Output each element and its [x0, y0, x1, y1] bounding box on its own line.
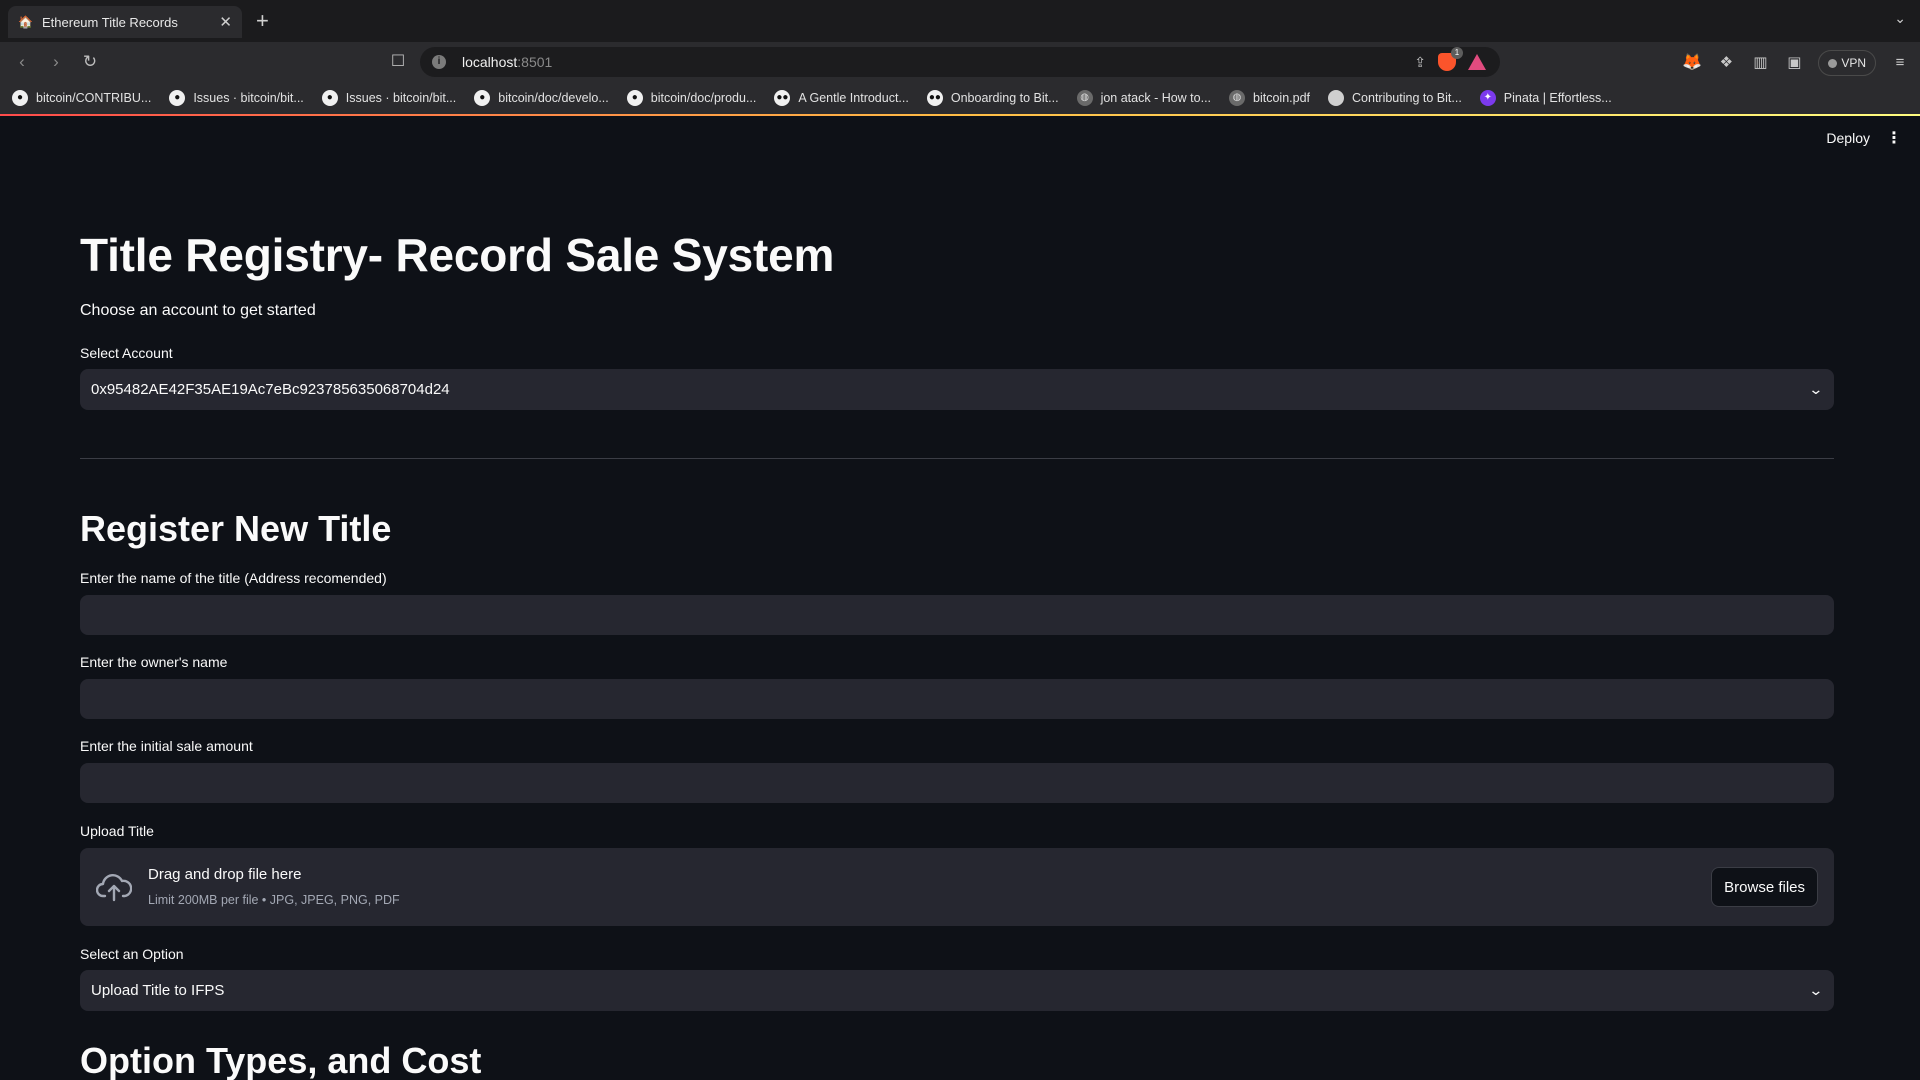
option-types-heading: Option Types, and Cost [80, 1040, 482, 1080]
dropzone-hint: Limit 200MB per file • JPG, JPEG, PNG, P… [148, 893, 400, 907]
bookmark-label: Pinata | Effortless... [1503, 91, 1612, 105]
title-name-input[interactable] [80, 595, 1834, 635]
url-host: localhost [462, 54, 518, 70]
upload-title-label: Upload Title [80, 823, 154, 839]
back-icon[interactable]: ‹ [10, 50, 34, 74]
sidebar-icon[interactable]: ▥ [1750, 53, 1770, 73]
extensions-icon[interactable]: ❖ [1716, 53, 1736, 73]
app-main: Deploy ⋮ Title Registry- Record Sale Sys… [0, 116, 1920, 1080]
option-select[interactable]: Upload Title to IFPS ⌄ [80, 970, 1834, 1011]
browse-files-button[interactable]: Browse files [1711, 867, 1818, 907]
bookmark-label: A Gentle Introduct... [798, 91, 909, 105]
bookmark-item[interactable]: ●● A Gentle Introduct... [774, 90, 909, 106]
site-info-icon[interactable]: i [432, 55, 446, 69]
bookmarks-bar: ● bitcoin/CONTRIBU... ● Issues · bitcoin/b… [0, 82, 1920, 114]
navigation-bar: ‹ › ↻ ☐ i localhost:8501 ⇪ 1 [0, 42, 1920, 82]
toolbar-right: 🦊 ❖ ▥ ▣ VPN ≡ [1682, 50, 1910, 76]
bookmark-label: bitcoin/doc/produ... [650, 91, 757, 105]
pinata-icon: ✦ [1479, 90, 1496, 106]
sale-amount-label: Enter the initial sale amount [80, 738, 253, 754]
brave-rewards-icon[interactable] [1468, 54, 1486, 70]
bookmark-item[interactable]: ●● Onboarding to Bit... [926, 90, 1059, 106]
bookmark-item[interactable]: ● bitcoin/doc/develo... [474, 90, 609, 106]
page-title: Title Registry- Record Sale System [80, 229, 835, 281]
bookmark-item[interactable]: ● Issues · bitcoin/bit... [321, 90, 457, 106]
bookmark-item[interactable]: ◍ bitcoin.pdf [1229, 90, 1310, 106]
house-icon: 🏠 [18, 15, 33, 29]
vpn-label: VPN [1841, 56, 1866, 70]
bookmark-label: Issues · bitcoin/bit... [193, 91, 304, 105]
menu-icon[interactable]: ≡ [1890, 53, 1910, 73]
brave-shields-icon[interactable]: 1 [1438, 47, 1463, 71]
url-port: :8501 [517, 54, 553, 70]
owner-name-label: Enter the owner's name [80, 654, 228, 670]
medium-icon: ●● [926, 90, 943, 106]
laptop-icon [1328, 90, 1345, 106]
bookmark-item[interactable]: ● bitcoin/doc/produ... [626, 90, 757, 106]
title-name-label: Enter the name of the title (Address rec… [80, 570, 387, 586]
deploy-button[interactable]: Deploy [1826, 130, 1870, 146]
chevron-down-icon[interactable]: ⌄ [1809, 381, 1824, 398]
page-subtitle: Choose an account to get started [80, 302, 316, 319]
sale-amount-input[interactable] [80, 763, 1834, 803]
option-label: Select an Option [80, 946, 184, 962]
bookmark-item[interactable]: ● bitcoin/CONTRIBU... [12, 90, 151, 106]
medium-icon: ●● [774, 90, 791, 106]
bookmark-label: Issues · bitcoin/bit... [345, 91, 457, 105]
bookmark-icon[interactable]: ☐ [386, 50, 410, 74]
owner-name-input[interactable] [80, 679, 1834, 719]
github-icon: ● [169, 90, 186, 106]
bookmark-label: bitcoin.pdf [1253, 91, 1311, 105]
vpn-button[interactable]: VPN [1818, 50, 1876, 76]
tab-bar: 🏠 Ethereum Title Records ✕ + ⌄ [0, 0, 1920, 42]
share-icon[interactable]: ⇪ [1414, 54, 1426, 71]
cloud-upload-icon [96, 874, 132, 902]
bookmark-label: bitcoin/CONTRIBU... [36, 91, 152, 105]
github-icon: ● [474, 90, 491, 106]
github-icon: ● [321, 90, 338, 106]
metamask-icon[interactable]: 🦊 [1682, 53, 1702, 73]
shields-count-badge: 1 [1451, 47, 1463, 59]
close-icon[interactable]: ✕ [219, 13, 232, 31]
globe-icon: ◍ [1076, 90, 1093, 106]
github-icon: ● [12, 90, 28, 106]
account-label: Select Account [80, 345, 173, 361]
bookmark-item[interactable]: Contributing to Bit... [1328, 90, 1462, 106]
section-divider [80, 458, 1834, 459]
bookmark-label: Onboarding to Bit... [950, 91, 1059, 105]
chevron-down-icon[interactable]: ⌄ [1809, 982, 1824, 999]
register-heading: Register New Title [80, 508, 392, 549]
bookmark-item[interactable]: ✦ Pinata | Effortless... [1479, 90, 1612, 106]
bookmark-label: jon atack - How to... [1100, 91, 1212, 105]
new-tab-button[interactable]: + [256, 8, 269, 34]
vpn-status-icon [1828, 58, 1838, 68]
globe-icon: ◍ [1229, 90, 1246, 106]
option-select-value: Upload Title to IFPS [91, 982, 225, 999]
file-dropzone[interactable]: Drag and drop file here Limit 200MB per … [80, 848, 1834, 926]
bookmark-item[interactable]: ● Issues · bitcoin/bit... [169, 90, 304, 106]
forward-icon[interactable]: › [44, 50, 68, 74]
github-icon: ● [626, 90, 643, 106]
chevron-down-icon[interactable]: ⌄ [1894, 10, 1906, 27]
browser-tab[interactable]: 🏠 Ethereum Title Records ✕ [8, 6, 242, 38]
more-options-icon[interactable]: ⋮ [1886, 128, 1902, 148]
bookmark-item[interactable]: ◍ jon atack - How to... [1076, 90, 1212, 106]
account-select[interactable]: 0x95482AE42F35AE19Ac7eBc923785635068704d… [80, 369, 1834, 410]
tab-title: Ethereum Title Records [42, 14, 178, 30]
address-bar[interactable]: i localhost:8501 ⇪ 1 [420, 47, 1500, 77]
dropzone-title: Drag and drop file here [148, 866, 302, 883]
bookmark-label: bitcoin/doc/develo... [498, 91, 609, 105]
account-select-value: 0x95482AE42F35AE19Ac7eBc923785635068704d… [91, 381, 450, 398]
bookmark-label: Contributing to Bit... [1352, 91, 1462, 105]
wallet-icon[interactable]: ▣ [1784, 53, 1804, 73]
reload-icon[interactable]: ↻ [78, 50, 102, 74]
